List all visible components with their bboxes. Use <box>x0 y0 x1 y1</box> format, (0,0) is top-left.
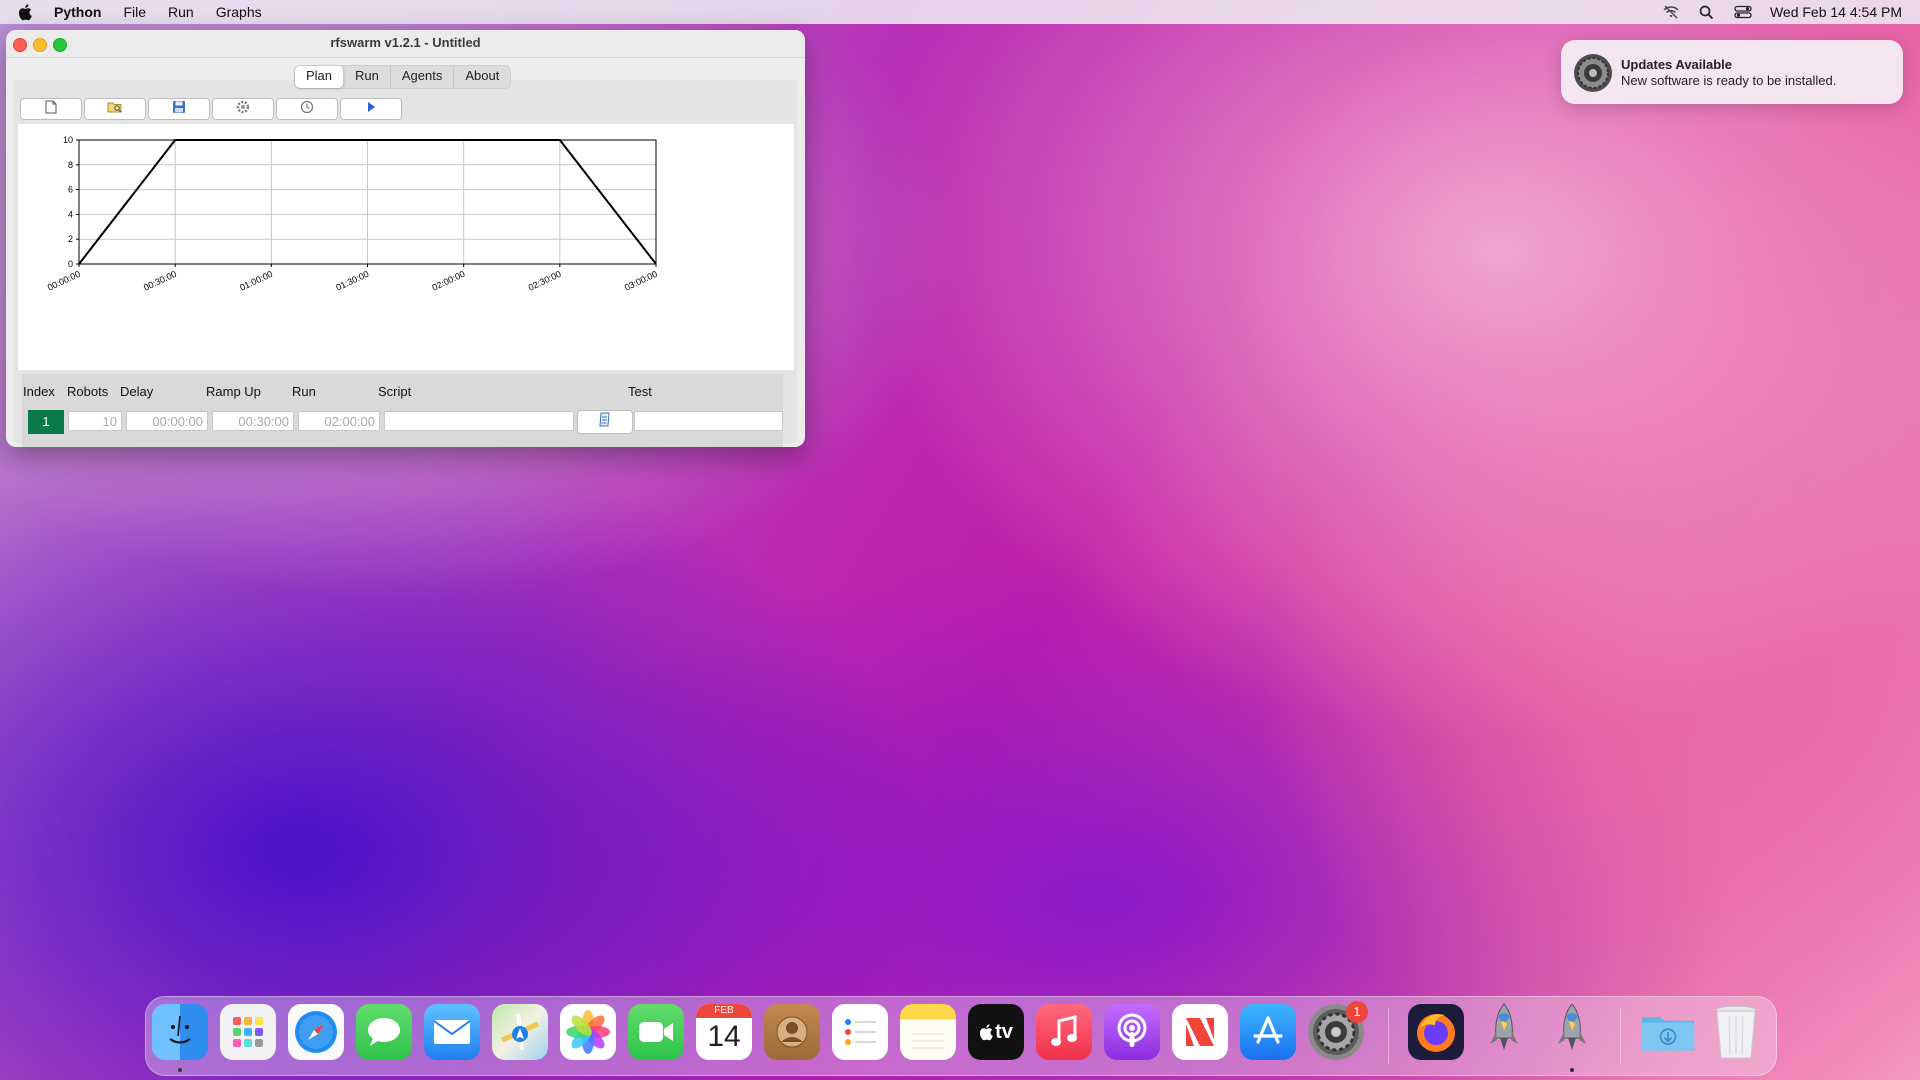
dock-separator <box>1620 1008 1621 1064</box>
downloads-folder-icon[interactable] <box>1640 1004 1696 1060</box>
apple-tv-icon[interactable]: tv <box>968 1004 1024 1060</box>
tab-agents[interactable]: Agents <box>391 66 455 88</box>
ramp-chart: 00:00:00 00:30:00 01:00:00 01:30:00 02:00:00… <box>18 124 794 370</box>
rfswarm-rocket-icon[interactable] <box>1544 1003 1600 1060</box>
apple-tv-label: tv <box>995 1020 1013 1043</box>
menu-app-python[interactable]: Python <box>54 4 101 20</box>
x-tick-label: 03:00:00 <box>623 269 659 293</box>
menu-bar: Python File Run Graphs Wed Feb 14 4:54 P… <box>0 0 1920 24</box>
tab-plan[interactable]: Plan <box>295 66 345 88</box>
rfswarm-running-dot <box>1570 1068 1574 1072</box>
x-tick-label: 00:30:00 <box>142 269 178 293</box>
x-tick-label: 02:00:00 <box>431 269 467 293</box>
play-icon <box>366 100 376 118</box>
header-delay: Delay <box>120 384 154 399</box>
row-index-cell[interactable]: 1 <box>28 410 64 434</box>
window-titlebar[interactable]: rfswarm v1.2.1 - Untitled <box>6 30 805 58</box>
new-button[interactable] <box>20 98 82 120</box>
play-button[interactable] <box>340 98 402 120</box>
header-index: Index <box>23 384 55 399</box>
spotlight-search-icon[interactable] <box>1698 3 1716 21</box>
x-tick-label: 02:30:00 <box>527 269 563 293</box>
trash-icon[interactable] <box>1708 1004 1764 1060</box>
tab-bar: Plan Run Agents About <box>294 65 512 89</box>
header-script: Script <box>378 384 412 399</box>
save-icon <box>172 100 186 119</box>
header-rampup: Ramp Up <box>206 384 261 399</box>
music-icon[interactable] <box>1036 1004 1092 1060</box>
news-icon[interactable] <box>1172 1004 1228 1060</box>
menu-graphs[interactable]: Graphs <box>216 4 262 20</box>
facetime-icon[interactable] <box>628 1004 684 1060</box>
apple-logo-icon <box>980 1024 993 1041</box>
plan-grid: Index Robots Delay Ramp Up Run Script Te… <box>22 374 783 447</box>
y-tick-label: 8 <box>68 160 73 170</box>
finder-icon[interactable] <box>152 1004 208 1060</box>
system-preferences-icon <box>1573 53 1613 93</box>
reminders-icon[interactable] <box>832 1004 888 1060</box>
notes-icon[interactable] <box>900 1004 956 1060</box>
ramp-chart-svg: 00:00:00 00:30:00 01:00:00 01:30:00 02:00:00… <box>46 135 659 293</box>
safari-icon[interactable] <box>288 1004 344 1060</box>
x-tick-label: 00:00:00 <box>46 269 82 293</box>
x-tick-label: 01:00:00 <box>238 269 274 293</box>
calendar-day: 14 <box>707 1020 741 1053</box>
rfswarm-window: rfswarm v1.2.1 - Untitled Plan Run Agent… <box>6 30 805 447</box>
x-tick-label: 01:30:00 <box>334 269 370 293</box>
plan-toolbar <box>20 98 404 120</box>
menu-file[interactable]: File <box>123 4 146 20</box>
new-file-icon <box>45 100 57 119</box>
y-tick-label: 0 <box>68 259 73 269</box>
control-center-icon[interactable] <box>1734 3 1752 21</box>
photos-icon[interactable] <box>560 1004 616 1060</box>
notification-title: Updates Available <box>1621 57 1733 72</box>
settings-button[interactable] <box>212 98 274 120</box>
header-test: Test <box>628 384 652 399</box>
calendar-icon[interactable]: FEB 14 <box>696 1004 752 1060</box>
delay-field[interactable]: 00:00:00 <box>126 411 208 431</box>
y-tick-label: 2 <box>68 234 73 244</box>
menu-clock[interactable]: Wed Feb 14 4:54 PM <box>1770 4 1902 20</box>
script-field[interactable] <box>384 411 574 431</box>
mail-icon[interactable] <box>424 1004 480 1060</box>
rfswarm-rocket-icon[interactable] <box>1476 1003 1532 1060</box>
rampup-field[interactable]: 00:30:00 <box>212 411 294 431</box>
schedule-button[interactable] <box>276 98 338 120</box>
open-folder-icon <box>107 100 123 118</box>
system-preferences-badge: 1 <box>1346 1001 1368 1023</box>
contacts-icon[interactable] <box>764 1004 820 1060</box>
podcasts-icon[interactable] <box>1104 1004 1160 1060</box>
y-tick-label: 6 <box>68 185 73 195</box>
launchpad-icon[interactable] <box>220 1004 276 1060</box>
open-button[interactable] <box>84 98 146 120</box>
save-button[interactable] <box>148 98 210 120</box>
run-field[interactable]: 02:00:00 <box>298 411 380 431</box>
robots-field[interactable]: 10 <box>68 411 122 431</box>
app-store-icon[interactable] <box>1240 1004 1296 1060</box>
clock-icon <box>300 100 314 119</box>
select-script-button[interactable] <box>577 410 633 434</box>
y-tick-label: 10 <box>63 135 73 145</box>
maps-icon[interactable] <box>492 1004 548 1060</box>
firefox-icon[interactable] <box>1408 1004 1464 1060</box>
header-run: Run <box>292 384 316 399</box>
menu-run[interactable]: Run <box>168 4 194 20</box>
header-robots: Robots <box>67 384 109 399</box>
tab-run[interactable]: Run <box>344 66 391 88</box>
notification-banner[interactable]: Updates Available New software is ready … <box>1561 40 1903 104</box>
notification-body: New software is ready to be installed. <box>1621 73 1837 88</box>
apple-menu-icon[interactable] <box>18 3 36 21</box>
calendar-month: FEB <box>696 1004 752 1018</box>
test-select[interactable] <box>634 411 783 431</box>
dock-separator <box>1388 1008 1389 1064</box>
wifi-icon[interactable] <box>1662 3 1680 21</box>
finder-running-dot <box>178 1068 182 1072</box>
messages-icon[interactable] <box>356 1004 412 1060</box>
script-file-icon <box>598 412 612 432</box>
tab-about[interactable]: About <box>454 66 510 88</box>
y-tick-label: 4 <box>68 209 73 219</box>
settings-gear-icon <box>236 100 250 119</box>
window-title: rfswarm v1.2.1 - Untitled <box>330 35 481 50</box>
